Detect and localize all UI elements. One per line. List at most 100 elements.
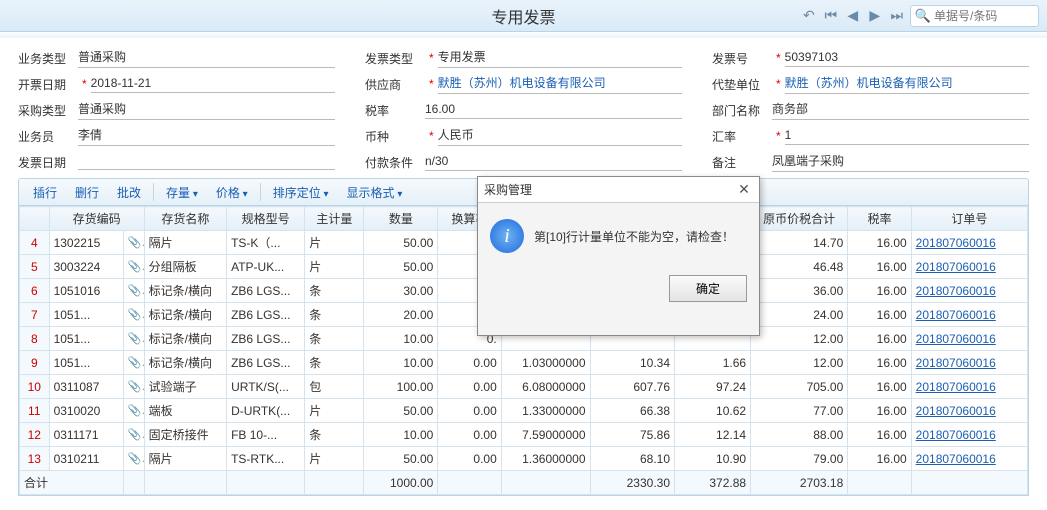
- first-icon[interactable]: ⏮: [822, 7, 840, 25]
- cell-amt[interactable]: 88.00: [751, 423, 848, 447]
- attachment-icon[interactable]: 📎: [123, 327, 144, 351]
- cell-tax[interactable]: 16.00: [848, 375, 911, 399]
- cell-code[interactable]: 0311171: [49, 423, 123, 447]
- col-code[interactable]: 存货编码: [49, 207, 144, 231]
- cell-amt[interactable]: 12.00: [751, 351, 848, 375]
- cell-spec[interactable]: ZB6 LGS...: [227, 351, 305, 375]
- dialog-ok-button[interactable]: 确定: [669, 275, 747, 302]
- val-inv-date[interactable]: [78, 154, 335, 170]
- search-input[interactable]: [934, 9, 1034, 23]
- cell-spec[interactable]: FB 10-...: [227, 423, 305, 447]
- cell-amt[interactable]: 14.70: [751, 231, 848, 255]
- cell-tax[interactable]: 16.00: [848, 231, 911, 255]
- cell-conv[interactable]: 0.00: [438, 447, 501, 471]
- cell-qty[interactable]: 10.00: [364, 351, 438, 375]
- next-icon[interactable]: ▶: [866, 7, 884, 25]
- cell-unit[interactable]: 条: [305, 303, 364, 327]
- cell-code[interactable]: 0310020: [49, 399, 123, 423]
- cell-r[interactable]: 1.36000000: [501, 447, 590, 471]
- cell-a[interactable]: 607.76: [590, 375, 675, 399]
- attachment-icon[interactable]: 📎: [123, 375, 144, 399]
- prev-icon[interactable]: ◀: [844, 7, 862, 25]
- btn-delete-row[interactable]: 删行: [67, 181, 107, 204]
- cell-amt[interactable]: 12.00: [751, 327, 848, 351]
- cell-name[interactable]: 标记条/横向: [144, 351, 226, 375]
- val-tax[interactable]: 16.00: [425, 102, 682, 119]
- cell-unit[interactable]: 片: [305, 447, 364, 471]
- cell-order[interactable]: 201807060016: [911, 375, 1027, 399]
- val-bill-date[interactable]: 2018-11-21: [91, 76, 335, 93]
- cell-name[interactable]: 标记条/横向: [144, 303, 226, 327]
- cell-a[interactable]: 66.38: [590, 399, 675, 423]
- table-row[interactable]: 110310020📎端板D-URTK(...片50.000.001.330000…: [20, 399, 1028, 423]
- table-row[interactable]: 130310211📎隔片TS-RTK...片50.000.001.3600000…: [20, 447, 1028, 471]
- cell-order[interactable]: 201807060016: [911, 231, 1027, 255]
- cell-order[interactable]: 201807060016: [911, 255, 1027, 279]
- cell-spec[interactable]: ZB6 LGS...: [227, 303, 305, 327]
- cell-tax[interactable]: 16.00: [848, 279, 911, 303]
- col-name[interactable]: 存货名称: [144, 207, 226, 231]
- cell-spec[interactable]: ATP-UK...: [227, 255, 305, 279]
- cell-amt[interactable]: 24.00: [751, 303, 848, 327]
- cell-order[interactable]: 201807060016: [911, 399, 1027, 423]
- cell-a[interactable]: 75.86: [590, 423, 675, 447]
- cell-name[interactable]: 试验端子: [144, 375, 226, 399]
- cell-code[interactable]: 1051...: [49, 303, 123, 327]
- undo-icon[interactable]: ↶: [800, 7, 818, 25]
- cell-name[interactable]: 隔片: [144, 231, 226, 255]
- table-row[interactable]: 100311087📎试验端子URTK/S(...包100.000.006.080…: [20, 375, 1028, 399]
- val-inv-type[interactable]: 专用发票: [438, 48, 682, 68]
- attachment-icon[interactable]: 📎: [123, 279, 144, 303]
- cell-r[interactable]: 6.08000000: [501, 375, 590, 399]
- attachment-icon[interactable]: 📎: [123, 303, 144, 327]
- cell-code[interactable]: 1051016: [49, 279, 123, 303]
- cell-order[interactable]: 201807060016: [911, 423, 1027, 447]
- cell-unit[interactable]: 包: [305, 375, 364, 399]
- cell-qty[interactable]: 50.00: [364, 399, 438, 423]
- cell-name[interactable]: 固定桥接件: [144, 423, 226, 447]
- cell-conv[interactable]: 0.00: [438, 351, 501, 375]
- cell-tax[interactable]: 16.00: [848, 399, 911, 423]
- cell-tax[interactable]: 16.00: [848, 303, 911, 327]
- cell-order[interactable]: 201807060016: [911, 279, 1027, 303]
- cell-qty[interactable]: 100.00: [364, 375, 438, 399]
- cell-name[interactable]: 标记条/横向: [144, 279, 226, 303]
- cell-code[interactable]: 1051...: [49, 351, 123, 375]
- cell-qty[interactable]: 10.00: [364, 423, 438, 447]
- btn-stock[interactable]: 存量: [158, 181, 206, 204]
- val-pay[interactable]: n/30: [425, 154, 682, 171]
- col-spec[interactable]: 规格型号: [227, 207, 305, 231]
- val-biz-type[interactable]: 普通采购: [78, 48, 335, 68]
- cell-b[interactable]: 97.24: [675, 375, 751, 399]
- val-dept[interactable]: 商务部: [772, 100, 1029, 120]
- cell-unit[interactable]: 片: [305, 399, 364, 423]
- cell-qty[interactable]: 50.00: [364, 255, 438, 279]
- cell-code[interactable]: 1051...: [49, 327, 123, 351]
- cell-tax[interactable]: 16.00: [848, 351, 911, 375]
- cell-spec[interactable]: TS-K（...: [227, 231, 305, 255]
- cell-tax[interactable]: 16.00: [848, 423, 911, 447]
- cell-a[interactable]: 68.10: [590, 447, 675, 471]
- cell-spec[interactable]: D-URTK(...: [227, 399, 305, 423]
- btn-price[interactable]: 价格: [208, 181, 256, 204]
- cell-unit[interactable]: 条: [305, 351, 364, 375]
- cell-unit[interactable]: 条: [305, 279, 364, 303]
- cell-unit[interactable]: 片: [305, 231, 364, 255]
- cell-order[interactable]: 201807060016: [911, 351, 1027, 375]
- cell-b[interactable]: 1.66: [675, 351, 751, 375]
- val-supplier[interactable]: 默胜（苏州）机电设备有限公司: [438, 74, 682, 94]
- val-note[interactable]: 凤凰端子采购: [772, 152, 1029, 172]
- cell-qty[interactable]: 30.00: [364, 279, 438, 303]
- cell-conv[interactable]: 0.00: [438, 423, 501, 447]
- attachment-icon[interactable]: 📎: [123, 447, 144, 471]
- cell-code[interactable]: 1302215: [49, 231, 123, 255]
- cell-tax[interactable]: 16.00: [848, 327, 911, 351]
- cell-qty[interactable]: 20.00: [364, 303, 438, 327]
- cell-r[interactable]: 7.59000000: [501, 423, 590, 447]
- attachment-icon[interactable]: 📎: [123, 423, 144, 447]
- cell-tax[interactable]: 16.00: [848, 255, 911, 279]
- cell-qty[interactable]: 50.00: [364, 231, 438, 255]
- cell-order[interactable]: 201807060016: [911, 327, 1027, 351]
- btn-sort[interactable]: 排序定位: [265, 181, 337, 204]
- attachment-icon[interactable]: 📎: [123, 231, 144, 255]
